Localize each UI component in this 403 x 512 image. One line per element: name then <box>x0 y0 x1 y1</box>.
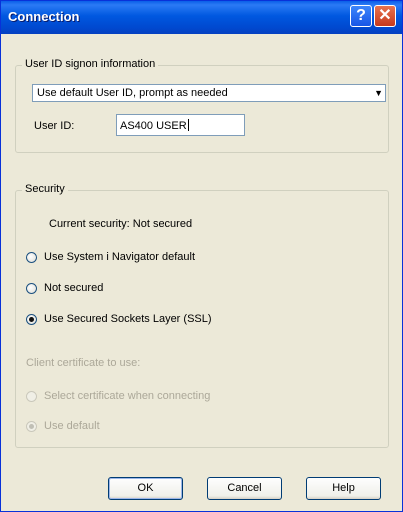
cancel-button[interactable]: Cancel <box>207 477 282 500</box>
radio-label: Use System i Navigator default <box>44 251 196 263</box>
close-icon[interactable]: ✕ <box>374 5 396 27</box>
user-id-label: User ID: <box>34 120 75 132</box>
user-id-input[interactable]: AS400 USER <box>116 114 245 136</box>
radio-label: Select certificate when connecting <box>44 390 211 402</box>
client-certificate-label: Client certificate to use: <box>26 357 141 369</box>
help-icon[interactable]: ? <box>350 5 372 27</box>
help-button[interactable]: Help <box>306 477 381 500</box>
title-bar[interactable]: Connection ? ✕ <box>1 1 402 34</box>
current-security-value: Not secured <box>132 218 193 230</box>
signon-select-value: Use default User ID, prompt as needed <box>37 87 228 99</box>
radio-label: Use Secured Sockets Layer (SSL) <box>44 313 212 325</box>
security-group: Security Current security: Not secured U… <box>15 183 389 448</box>
security-legend: Security <box>22 183 68 195</box>
current-security: Current security: Not secured <box>49 218 192 230</box>
radio-button-selected[interactable] <box>26 314 37 325</box>
current-security-label: Current security: <box>49 218 130 230</box>
radio-button[interactable] <box>26 283 37 294</box>
ok-button[interactable]: OK <box>108 477 183 500</box>
radio-button-disabled <box>26 391 37 402</box>
chevron-down-icon[interactable]: ▼ <box>374 88 383 98</box>
user-id-value: AS400 USER <box>120 120 187 132</box>
user-id-signon-legend: User ID signon information <box>22 58 159 70</box>
user-id-signon-group: User ID signon information Use default U… <box>15 58 389 153</box>
connection-dialog: Connection ? ✕ User ID signon informatio… <box>0 0 403 512</box>
signon-select[interactable]: Use default User ID, prompt as needed ▼ <box>32 84 386 102</box>
radio-label: Not secured <box>44 282 104 294</box>
radio-label: Use default <box>44 420 100 432</box>
window-title: Connection <box>8 9 80 24</box>
radio-button[interactable] <box>26 252 37 263</box>
radio-button-disabled <box>26 421 37 432</box>
